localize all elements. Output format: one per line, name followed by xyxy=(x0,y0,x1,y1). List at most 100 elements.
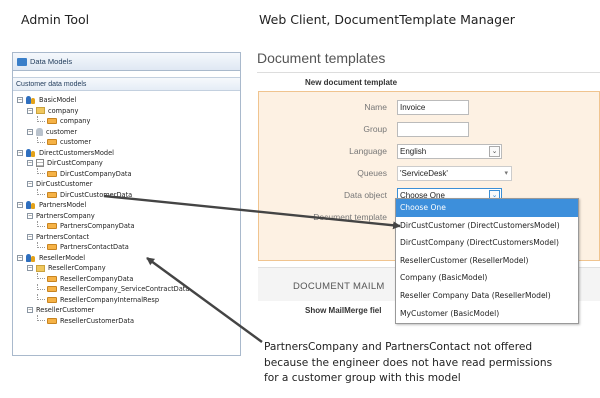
tree-node-label: company xyxy=(60,117,91,126)
tree-node[interactable]: ResellerCompanyInternalResp xyxy=(17,294,240,306)
collapse-toggle-icon[interactable]: − xyxy=(27,107,33,114)
data-icon xyxy=(47,223,57,230)
data-icon xyxy=(47,244,57,251)
tree-node[interactable]: − company xyxy=(17,106,240,117)
tree-node-label: PartnersCompany xyxy=(36,211,95,220)
tree-node[interactable]: − PartnersModel xyxy=(17,200,240,211)
new-template-label: New document template xyxy=(305,78,398,87)
model-icon xyxy=(26,96,36,105)
tree-node[interactable]: DirCustCustomerData xyxy=(17,189,240,201)
user-icon xyxy=(36,127,43,136)
tree-node-label: customer xyxy=(60,138,92,147)
tree-node[interactable]: − ResellerCompany xyxy=(17,263,240,274)
note-line: because the engineer does not have read … xyxy=(264,356,553,369)
tree-node-label: customer xyxy=(46,127,78,136)
customer-data-models-header: Customer data models xyxy=(13,77,240,91)
collapse-toggle-icon[interactable]: − xyxy=(27,181,33,188)
name-input[interactable]: Invoice xyxy=(397,100,469,115)
data-object-option[interactable]: ResellerCustomer (ResellerModel) xyxy=(396,252,578,270)
tree-node[interactable]: PartnersCompanyData xyxy=(17,220,240,232)
tree-node[interactable]: DirCustCompanyData xyxy=(17,168,240,180)
model-icon xyxy=(26,253,36,262)
data-object-option[interactable]: DirCustCustomer (DirectCustomersModel) xyxy=(396,217,578,235)
data-icon xyxy=(47,317,57,324)
data-models-app-icon xyxy=(17,57,27,66)
tree-connector xyxy=(37,115,45,122)
language-label: Language xyxy=(349,146,387,156)
tree-node[interactable]: − DirectCustomersModel xyxy=(17,148,240,159)
tree-node[interactable]: customer xyxy=(17,136,240,148)
tree-connector xyxy=(37,189,45,196)
collapse-toggle-icon[interactable]: − xyxy=(27,160,33,167)
collapse-toggle-icon[interactable]: − xyxy=(27,307,33,314)
queues-value: 'ServiceDesk' xyxy=(400,169,448,178)
tree-node-label: ResellerCompany_ServiceContractData xyxy=(60,285,190,294)
admin-titlebar: Data Models xyxy=(13,53,240,71)
data-object-dropdown-list: Choose One DirCustCustomer (DirectCustome… xyxy=(395,198,579,324)
data-icon xyxy=(47,139,57,146)
data-object-option[interactable]: Reseller Company Data (ResellerModel) xyxy=(396,287,578,305)
tree-node-label: PartnersModel xyxy=(39,201,87,210)
tree-connector xyxy=(37,283,45,290)
collapse-toggle-icon[interactable]: − xyxy=(17,254,23,261)
model-icon xyxy=(26,148,36,157)
caret-down-icon[interactable]: ▾ xyxy=(504,167,508,180)
note-line: PartnersCompany and PartnersContact not … xyxy=(264,341,533,353)
tree-connector xyxy=(37,220,45,227)
group-input[interactable] xyxy=(397,122,469,137)
tree-node[interactable]: ResellerCompanyData xyxy=(17,273,240,285)
tree-node[interactable]: ResellerCustomerData xyxy=(17,315,240,327)
tree-connector xyxy=(37,241,45,248)
name-label: Name xyxy=(364,102,387,112)
tree-node-label: BasicModel xyxy=(39,96,77,105)
tree-node[interactable]: − ResellerCustomer xyxy=(17,305,240,316)
data-object-option[interactable]: DirCustCompany (DirectCustomersModel) xyxy=(396,234,578,252)
tree-connector xyxy=(37,294,45,301)
tree-node[interactable]: − PartnersCompany xyxy=(17,211,240,222)
collapse-toggle-icon[interactable]: − xyxy=(27,128,33,135)
data-icon xyxy=(47,286,57,293)
folder-icon xyxy=(36,107,45,115)
data-object-label: Data object xyxy=(344,190,387,200)
tree-node-label: DirCustCustomer xyxy=(36,180,93,189)
tree-node-label: PartnersCompanyData xyxy=(60,222,135,231)
data-model-tree: − BasicModel − company company − customer custo… xyxy=(13,91,240,326)
tree-node[interactable]: − BasicModel xyxy=(17,95,240,106)
collapse-toggle-icon[interactable]: − xyxy=(17,149,23,156)
collapse-toggle-icon[interactable]: − xyxy=(17,202,23,209)
language-select[interactable]: English ⌄ xyxy=(397,144,502,159)
data-object-option[interactable]: MyCustomer (BasicModel) xyxy=(396,305,578,323)
title-divider xyxy=(257,72,600,73)
tree-connector xyxy=(37,168,45,175)
note-line: for a customer group with this model xyxy=(264,372,461,384)
tree-node[interactable]: − DirCustCustomer xyxy=(17,179,240,190)
collapse-toggle-icon[interactable]: − xyxy=(27,265,33,272)
tree-node[interactable]: − ResellerModel xyxy=(17,253,240,264)
admin-data-models-window: Data Models Customer data models − BasicM… xyxy=(12,52,241,356)
group-label: Group xyxy=(363,124,387,134)
tree-node-label: PartnersContact xyxy=(36,232,90,241)
admin-tool-heading: Admin Tool xyxy=(21,12,90,27)
data-icon xyxy=(47,118,57,125)
data-object-option[interactable]: Company (BasicModel) xyxy=(396,269,578,287)
tree-node[interactable]: ResellerCompany_ServiceContractData xyxy=(17,283,240,295)
tree-node-label: ResellerCustomer xyxy=(36,306,95,315)
tree-node[interactable]: PartnersContactData xyxy=(17,241,240,253)
tree-node-label: DirCustCompanyData xyxy=(60,169,132,178)
chevron-down-icon[interactable]: ⌄ xyxy=(489,146,500,157)
collapse-toggle-icon[interactable]: − xyxy=(27,233,33,240)
collapse-toggle-icon[interactable]: − xyxy=(27,212,33,219)
data-icon xyxy=(47,191,57,198)
data-icon xyxy=(47,170,57,177)
tree-node-label: DirCustCompany xyxy=(47,159,103,168)
show-mailmerge-fields-label: Show MailMerge fiel xyxy=(305,306,382,315)
tree-node[interactable]: − DirCustCompany xyxy=(17,158,240,169)
language-value: English xyxy=(400,147,427,156)
data-object-option[interactable]: Choose One xyxy=(396,199,578,217)
tree-node-label: ResellerCompanyData xyxy=(60,274,134,283)
collapse-toggle-icon[interactable]: − xyxy=(17,97,23,104)
tree-node[interactable]: − customer xyxy=(17,127,240,138)
tree-node[interactable]: company xyxy=(17,115,240,127)
queues-select[interactable]: 'ServiceDesk' ▾ xyxy=(397,166,512,181)
tree-node[interactable]: − PartnersContact xyxy=(17,232,240,243)
